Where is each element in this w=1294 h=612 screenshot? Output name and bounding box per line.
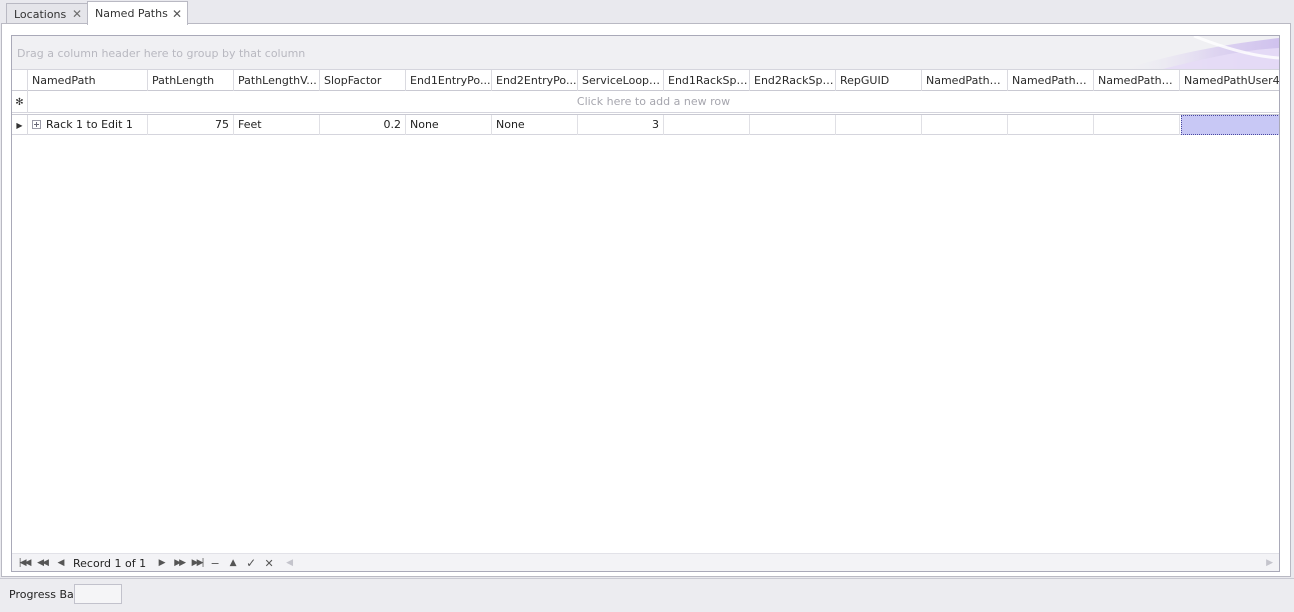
cell-end1rackspa[interactable] [664,115,750,135]
cell-repguid[interactable] [836,115,922,135]
column-header-namedpathuser1[interactable]: NamedPathU... [922,70,1008,91]
column-header-slopfactor[interactable]: SlopFactor [320,70,406,91]
column-header-serviceloopl[interactable]: ServiceLoopL... [578,70,664,91]
cell-pathlength[interactable]: 75 [148,115,234,135]
group-by-hint: Drag a column header here to group by th… [17,47,306,60]
tab-label: Locations [14,7,67,21]
cell-pathlengthv[interactable]: Feet [234,115,320,135]
column-header-pathlengthv[interactable]: PathLengthV... [234,70,320,91]
column-header-row: NamedPath PathLength PathLengthV... Slop… [12,70,1279,91]
row-indicator-header [12,70,28,91]
column-header-end1entrypo[interactable]: End1EntryPo... [406,70,492,91]
tab-locations[interactable]: Locations ✕ [6,3,88,24]
end-edit-check-icon[interactable]: ✓ [242,555,260,571]
edit-record-icon[interactable]: ▲ [224,555,242,571]
previous-record-icon[interactable]: ◀ [51,555,69,571]
cell-namedpathuser3[interactable] [1094,115,1180,135]
table-row[interactable]: ▶ Rack 1 to Edit 1 75 Feet 0.2 None None… [12,114,1279,135]
document-tabstrip: Locations ✕ Named Paths ✕ [0,0,1294,25]
scroll-right-icon[interactable]: ▶ [1266,556,1273,571]
cell-serviceloopl[interactable]: 3 [578,115,664,135]
new-row-asterisk-icon: ✻ [12,91,28,113]
named-paths-grid: Drag a column header here to group by th… [11,35,1280,572]
cell-namedpathuser1[interactable] [922,115,1008,135]
progress-bar [74,584,122,604]
column-header-end1rackspa[interactable]: End1RackSpa... [664,70,750,91]
previous-page-icon[interactable]: ◀◀ [33,555,51,571]
cell-end1entrypo[interactable]: None [406,115,492,135]
decorative-swoosh-icon [1122,36,1279,69]
column-header-namedpathuser3[interactable]: NamedPathU... [1094,70,1180,91]
current-row-arrow-icon: ▶ [12,115,28,135]
close-icon[interactable]: ✕ [172,8,182,20]
next-page-icon[interactable]: ▶▶ [170,555,188,571]
content-panel: Drag a column header here to group by th… [1,23,1291,577]
delete-record-icon[interactable]: − [206,555,224,571]
close-icon[interactable]: ✕ [72,8,82,20]
scroll-left-icon[interactable]: ◀ [286,556,293,571]
last-record-icon[interactable]: ▶▶| [188,555,206,571]
cell-text: Rack 1 to Edit 1 [46,118,133,131]
tab-named-paths[interactable]: Named Paths ✕ [87,1,188,25]
column-header-namedpath[interactable]: NamedPath [28,70,148,91]
column-header-repguid[interactable]: RepGUID [836,70,922,91]
column-header-end2entrypo[interactable]: End2EntryPo... [492,70,578,91]
tab-label: Named Paths [95,7,168,20]
group-by-panel[interactable]: Drag a column header here to group by th… [12,36,1279,70]
cell-end2rackspa[interactable] [750,115,836,135]
column-header-end2rackspa[interactable]: End2RackSpa... [750,70,836,91]
status-bar: Progress Bar [0,578,1294,612]
cell-slopfactor[interactable]: 0.2 [320,115,406,135]
horizontal-scrollbar[interactable]: ◀ ▶ [284,556,1275,571]
next-record-icon[interactable]: ▶ [152,555,170,571]
record-navigator: |◀◀ ◀◀ ◀ Record 1 of 1 ▶ ▶▶ ▶▶| − ▲ ✓ ✕ … [12,553,1279,571]
expand-plus-icon[interactable] [32,120,41,129]
column-header-pathlength[interactable]: PathLength [148,70,234,91]
cancel-edit-icon[interactable]: ✕ [260,555,278,571]
column-header-namedpathuser4[interactable]: NamedPathUser4 [1180,70,1279,91]
cell-end2entrypo[interactable]: None [492,115,578,135]
cell-namedpathuser2[interactable] [1008,115,1094,135]
column-header-namedpathuser2[interactable]: NamedPathU... [1008,70,1094,91]
first-record-icon[interactable]: |◀◀ [15,555,33,571]
new-item-row[interactable]: ✻ Click here to add a new row [12,91,1279,113]
progress-bar-label: Progress Bar [9,588,79,601]
cell-namedpath[interactable]: Rack 1 to Edit 1 [28,115,148,135]
record-position-text: Record 1 of 1 [73,556,147,570]
new-row-hint: Click here to add a new row [576,95,731,108]
cell-namedpathuser4[interactable] [1181,115,1279,135]
